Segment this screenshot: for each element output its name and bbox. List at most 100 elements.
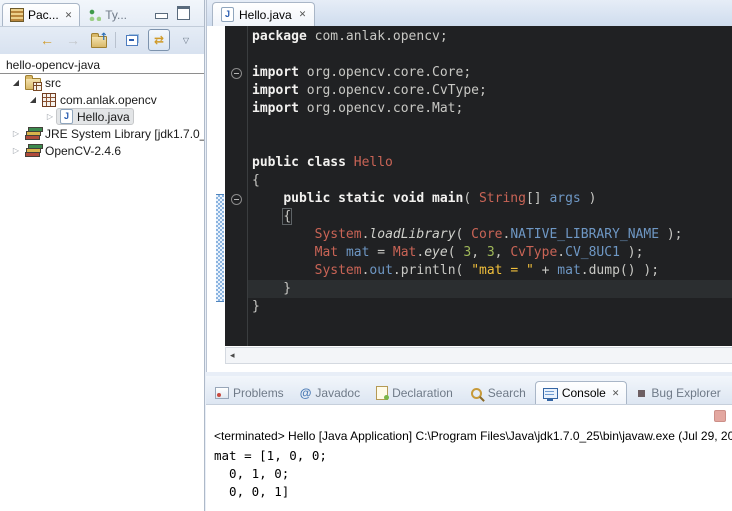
code-token: eye xyxy=(424,245,447,260)
code-token: + xyxy=(534,263,557,278)
code-token: ( xyxy=(456,227,472,242)
tree-item-hello-java[interactable]: ▷Hello.java xyxy=(0,108,204,125)
code-token: "mat = " xyxy=(471,263,534,278)
back-arrow-icon: ← xyxy=(40,32,54,48)
tab-javadoc[interactable]: Javadoc xyxy=(293,382,367,404)
editor-tab-label: Hello.java xyxy=(239,8,292,22)
console-view: Problems Javadoc Declaration SearchConsole✕… xyxy=(206,376,732,511)
tab-label: Javadoc xyxy=(315,386,360,400)
console-icon xyxy=(543,388,558,399)
tree-expand-arrow-icon[interactable]: ◢ xyxy=(10,78,22,87)
code-token: , xyxy=(495,245,511,260)
code-line: { xyxy=(252,172,683,190)
tree-item-content: src xyxy=(22,75,64,90)
code-token: ( xyxy=(456,263,472,278)
close-icon[interactable]: ✕ xyxy=(65,10,73,21)
code-token xyxy=(252,263,315,278)
tab-pac[interactable]: Pac...✕ xyxy=(2,3,80,26)
tab-label: Ty... xyxy=(105,8,127,22)
fold-collapse-icon[interactable] xyxy=(231,68,242,79)
code-token: = xyxy=(369,245,392,260)
view-window-buttons xyxy=(155,6,190,20)
scroll-left-arrow-icon[interactable]: ◂ xyxy=(226,350,235,361)
tab-search[interactable]: Search xyxy=(462,382,533,404)
console-body[interactable]: <terminated> Hello [Java Application] C:… xyxy=(206,405,732,511)
editor-tab-hello-java[interactable]: Hello.java ✕ xyxy=(212,2,315,26)
code-lines: package com.anlak.opencv;import org.open… xyxy=(252,28,683,316)
minimize-view-icon[interactable] xyxy=(155,13,168,19)
tree-item-label: JRE System Library [jdk1.7.0_25] xyxy=(45,127,204,141)
code-token xyxy=(252,227,315,242)
code-token: NATIVE_LIBRARY_NAME xyxy=(510,227,659,242)
code-token: args xyxy=(549,191,580,206)
tab-declaration[interactable]: Declaration xyxy=(369,382,460,404)
annotation-ruler[interactable] xyxy=(207,26,225,346)
forward-button[interactable]: → xyxy=(63,30,83,50)
code-token: ); xyxy=(620,245,643,260)
tab-ty[interactable]: Ty... xyxy=(82,4,134,26)
library-icon xyxy=(25,127,41,140)
code-token: mat xyxy=(557,263,580,278)
code-token: println xyxy=(401,263,456,278)
project-tree: hello-opencv-java◢src◢com.anlak.opencv▷H… xyxy=(0,56,204,511)
code-editor[interactable]: package com.anlak.opencv;import org.open… xyxy=(247,26,732,346)
tree-item-com-anlak-opencv[interactable]: ◢com.anlak.opencv xyxy=(0,91,204,108)
code-token xyxy=(252,191,283,206)
code-token: org.opencv.core.Mat; xyxy=(299,101,463,116)
horizontal-scrollbar[interactable]: ◂ xyxy=(225,347,732,364)
code-token: [] xyxy=(526,191,549,206)
link-with-editor-button[interactable]: ⇄ xyxy=(148,29,170,51)
tab-problems[interactable]: Problems xyxy=(208,382,291,404)
folding-ruler[interactable] xyxy=(225,26,247,346)
tree-item-jre-system-library-jdk1-7-0-25[interactable]: ▷ JRE System Library [jdk1.7.0_25] xyxy=(0,125,204,142)
library-icon xyxy=(25,144,41,157)
collapse-all-icon xyxy=(126,35,138,46)
console-toolbar xyxy=(714,410,726,425)
back-button[interactable]: ← xyxy=(37,30,57,50)
code-line: import org.opencv.core.Mat; xyxy=(252,100,683,118)
code-token: Hello xyxy=(354,155,393,170)
close-icon[interactable]: ✕ xyxy=(612,388,620,399)
code-line xyxy=(252,136,683,154)
editor-area: Hello.java ✕ package com.anlak.opencv;im… xyxy=(206,0,732,372)
java-file-icon xyxy=(60,109,73,124)
keyword-token: import xyxy=(252,83,299,98)
code-token: String xyxy=(479,191,526,206)
code-line: public static void main( String[] args ) xyxy=(252,190,683,208)
fold-collapse-icon[interactable] xyxy=(231,194,242,205)
tab-bug-explorer[interactable]: Bug Explorer xyxy=(629,382,727,404)
source-folder-icon xyxy=(25,78,41,90)
code-token: ); xyxy=(659,227,682,242)
tree-expand-arrow-icon[interactable]: ▷ xyxy=(44,112,56,121)
tree-item-hello-opencv-java[interactable]: hello-opencv-java xyxy=(0,56,204,74)
view-menu-button[interactable]: ▽ xyxy=(176,30,196,50)
tree-expand-arrow-icon[interactable]: ◢ xyxy=(27,95,39,104)
java-file-icon xyxy=(221,7,234,22)
tab-label: Declaration xyxy=(392,386,453,400)
terminate-icon[interactable] xyxy=(714,410,726,422)
code-token: loadLibrary xyxy=(369,227,455,242)
tab-console[interactable]: Console✕ xyxy=(535,381,628,404)
tree-expand-arrow-icon[interactable]: ▷ xyxy=(10,129,22,138)
tree-item-opencv-2-4-6[interactable]: ▷OpenCV-2.4.6 xyxy=(0,142,204,159)
maximize-view-icon[interactable] xyxy=(177,6,190,20)
keyword-token: import xyxy=(252,101,299,116)
tree-expand-arrow-icon[interactable]: ▷ xyxy=(10,146,22,155)
code-token: System xyxy=(315,227,362,242)
code-token xyxy=(346,155,354,170)
code-line: System.loadLibrary( Core.NATIVE_LIBRARY_… xyxy=(252,226,683,244)
code-line: public class Hello xyxy=(252,154,683,172)
code-token: org.opencv.core.Core; xyxy=(299,65,471,80)
view-menu-icon: ▽ xyxy=(183,36,189,45)
tree-item-label: hello-opencv-java xyxy=(6,58,100,72)
close-icon[interactable]: ✕ xyxy=(299,9,307,20)
package-explorer-toolbar: ← → ⇄ ▽ xyxy=(37,28,196,52)
code-line: import org.opencv.core.Core; xyxy=(252,64,683,82)
code-token: ( xyxy=(448,245,464,260)
collapse-all-button[interactable] xyxy=(122,30,142,50)
tree-item-src[interactable]: ◢src xyxy=(0,74,204,91)
console-output: mat = [1, 0, 0; 0, 1, 0; 0, 0, 1] xyxy=(214,447,327,501)
code-token: ) xyxy=(581,191,597,206)
go-up-button[interactable] xyxy=(89,30,109,50)
code-token: Core xyxy=(471,227,502,242)
